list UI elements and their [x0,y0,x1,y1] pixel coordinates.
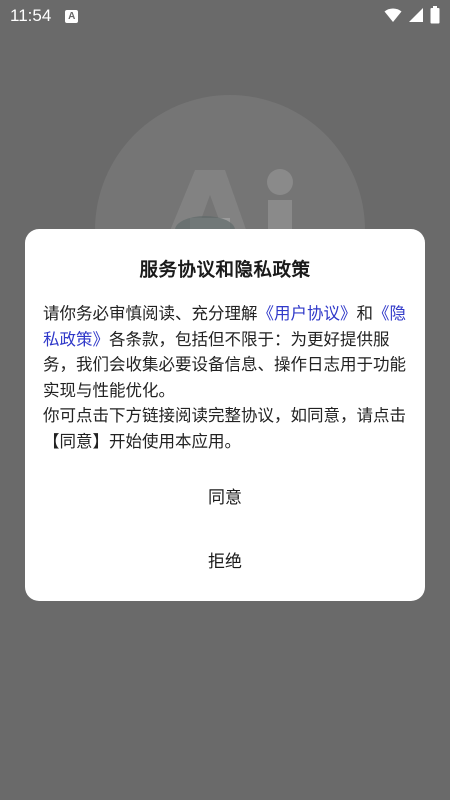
dialog-paragraph-2: 你可点击下方链接阅读完整协议，如同意，请点击【同意】开始使用本应用。 [43,406,406,451]
wifi-icon [384,8,402,22]
body-text-1: 请你务必审慎阅读、充分理解 [43,304,258,323]
notification-icon: A [65,9,79,23]
user-agreement-link[interactable]: 《用户协议》 [258,304,357,323]
status-icons [384,6,440,24]
dialog-paragraph-1: 请你务必审慎阅读、充分理解《用户协议》和《隐私政策》各条款，包括但不限于：为更好… [43,301,409,403]
body-text-2: 和 [356,304,374,323]
dialog-body: 请你务必审慎阅读、充分理解《用户协议》和《隐私政策》各条款，包括但不限于：为更好… [43,301,409,454]
dialog-title: 服务协议和隐私政策 [139,260,311,281]
refuse-button[interactable]: 拒绝 [25,547,425,572]
status-bar: 11:54 A [0,0,450,32]
agree-button[interactable]: 同意 [25,483,425,508]
signal-icon [409,8,423,22]
status-time: 11:54 [10,6,52,25]
privacy-dialog: 服务协议和隐私政策 请你务必审慎阅读、充分理解《用户协议》和《隐私政策》各条款，… [25,229,425,601]
battery-icon [430,6,440,24]
